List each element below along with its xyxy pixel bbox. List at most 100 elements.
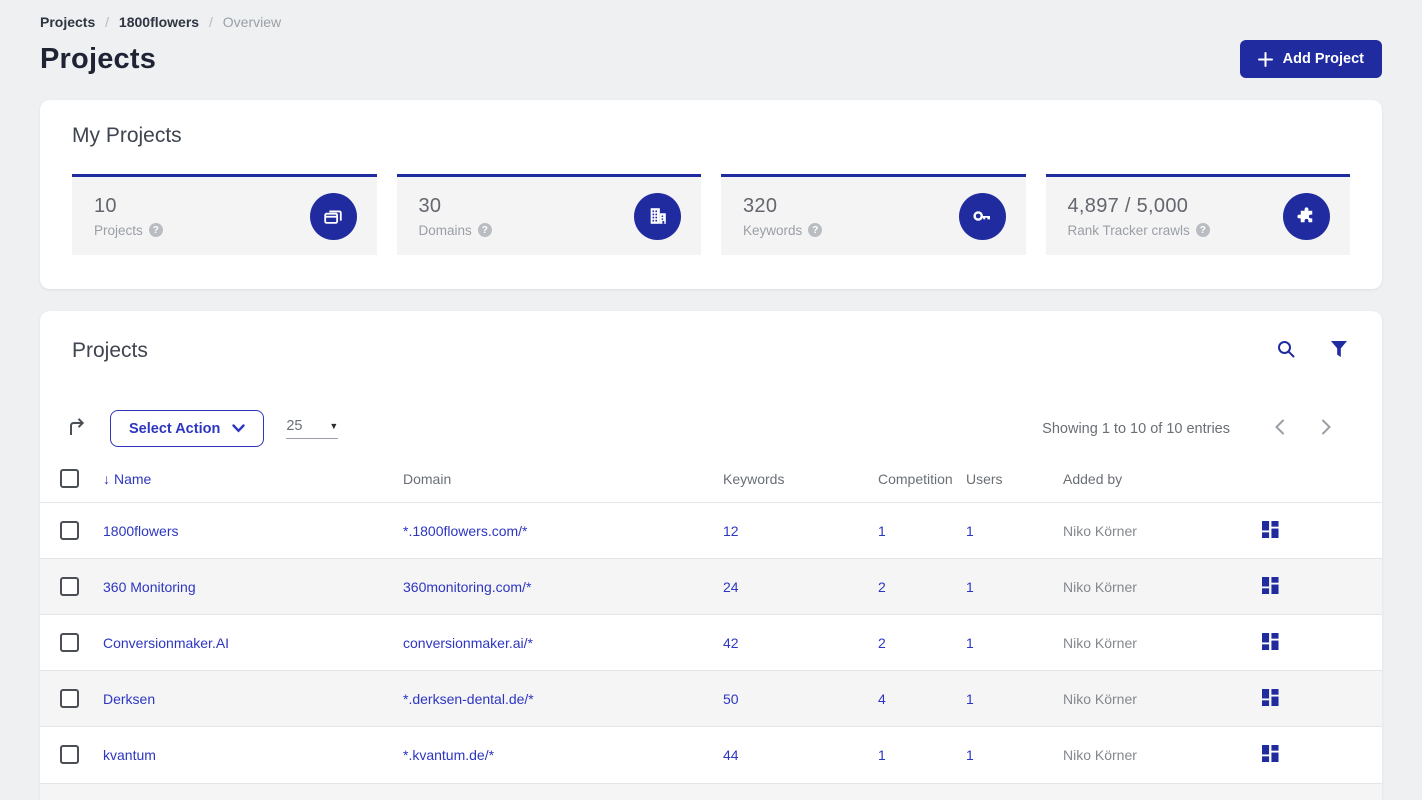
row-checkbox[interactable] bbox=[60, 633, 79, 652]
projects-stack-icon bbox=[309, 192, 357, 240]
users-count-link[interactable]: 1 bbox=[966, 747, 974, 763]
help-icon[interactable]: ? bbox=[148, 223, 163, 237]
breadcrumb: Projects / 1800flowers / Overview bbox=[40, 0, 1382, 30]
competition-count-link[interactable]: 2 bbox=[878, 579, 886, 595]
table-row: 1800flowers *.1800flowers.com/* 12 1 1 N… bbox=[40, 502, 1382, 559]
project-name-link[interactable]: 360 Monitoring bbox=[103, 579, 196, 595]
project-domain-link[interactable]: 360monitoring.com/* bbox=[403, 579, 531, 595]
table-header-row: ↓ Name Domain Keywords Competition Users … bbox=[40, 469, 1382, 503]
breadcrumb-overview: Overview bbox=[222, 14, 282, 30]
keywords-count-link[interactable]: 42 bbox=[723, 635, 739, 651]
stats-row: 10 Projects ? 30 Domains ? 320 Keywords … bbox=[72, 174, 1350, 255]
added-by-text: Niko Körner bbox=[1063, 578, 1137, 595]
select-action-dropdown[interactable]: Select Action bbox=[110, 410, 265, 447]
row-checkbox[interactable] bbox=[60, 745, 79, 765]
projects-table-card: Projects Select Action 25 ▼ Showing 1 to… bbox=[40, 311, 1382, 800]
keywords-count-link[interactable]: 24 bbox=[723, 579, 739, 595]
row-checkbox[interactable] bbox=[60, 689, 79, 708]
help-icon[interactable]: ? bbox=[1195, 223, 1210, 237]
dashboard-icon[interactable] bbox=[1262, 632, 1279, 650]
stat-card-projects[interactable]: 10 Projects ? bbox=[72, 174, 377, 255]
add-project-button[interactable]: Add Project bbox=[1239, 40, 1382, 78]
breadcrumb-separator: / bbox=[208, 14, 213, 30]
next-page-icon[interactable] bbox=[1303, 413, 1350, 444]
added-by-text: Niko Körner bbox=[1063, 634, 1137, 651]
row-checkbox[interactable] bbox=[60, 577, 79, 596]
select-action-label: Select Action bbox=[129, 420, 221, 437]
my-projects-title: My Projects bbox=[72, 124, 182, 147]
export-arrow-icon[interactable] bbox=[66, 416, 88, 441]
keywords-count-link[interactable]: 50 bbox=[723, 691, 739, 707]
column-header-competition[interactable]: Competition bbox=[878, 469, 966, 503]
competition-count-link[interactable]: 1 bbox=[878, 523, 886, 539]
building-icon bbox=[634, 192, 681, 240]
select-all-checkbox[interactable] bbox=[60, 469, 79, 488]
projects-table: ↓ Name Domain Keywords Competition Users … bbox=[40, 469, 1382, 783]
competition-count-link[interactable]: 1 bbox=[878, 747, 886, 763]
crawls-count: 4,897 / 5,000 bbox=[1067, 194, 1189, 217]
column-header-name[interactable]: ↓ Name bbox=[103, 469, 403, 503]
help-icon[interactable]: ? bbox=[477, 223, 492, 237]
puzzle-icon bbox=[1283, 192, 1330, 240]
page-title: Projects bbox=[40, 42, 157, 75]
prev-page-icon[interactable] bbox=[1256, 413, 1303, 444]
project-domain-link[interactable]: *.kvantum.de/* bbox=[403, 747, 494, 763]
sort-desc-icon: ↓ bbox=[103, 470, 110, 487]
project-name-link[interactable]: kvantum bbox=[103, 747, 156, 763]
crawls-label: Rank Tracker crawls bbox=[1067, 222, 1190, 238]
table-row: kvantum *.kvantum.de/* 44 1 1 Niko Körne… bbox=[40, 726, 1382, 783]
breadcrumb-projects[interactable]: Projects bbox=[40, 14, 95, 30]
stat-card-keywords[interactable]: 320 Keywords ? bbox=[721, 174, 1026, 255]
added-by-text: Niko Körner bbox=[1063, 690, 1137, 707]
keywords-count-link[interactable]: 44 bbox=[723, 747, 739, 763]
dashboard-icon[interactable] bbox=[1262, 744, 1279, 762]
projects-count: 10 bbox=[94, 194, 117, 217]
stat-card-crawls[interactable]: 4,897 / 5,000 Rank Tracker crawls ? bbox=[1045, 174, 1350, 255]
users-count-link[interactable]: 1 bbox=[966, 523, 974, 539]
project-domain-link[interactable]: conversionmaker.ai/* bbox=[403, 635, 533, 651]
column-header-users[interactable]: Users bbox=[966, 469, 1063, 503]
column-header-domain[interactable]: Domain bbox=[403, 469, 723, 503]
domains-count: 30 bbox=[418, 194, 442, 217]
project-name-link[interactable]: Derksen bbox=[103, 691, 155, 707]
competition-count-link[interactable]: 2 bbox=[878, 635, 886, 651]
users-count-link[interactable]: 1 bbox=[966, 635, 974, 651]
page-size-value: 25 bbox=[286, 418, 303, 434]
table-row: Derksen *.derksen-dental.de/* 50 4 1 Nik… bbox=[40, 670, 1382, 727]
chevron-down-icon bbox=[232, 421, 246, 437]
dashboard-icon[interactable] bbox=[1262, 520, 1279, 538]
page: Projects / 1800flowers / Overview Projec… bbox=[0, 0, 1422, 800]
my-projects-card: My Projects 10 Projects ? 30 Domains ? 3… bbox=[40, 100, 1382, 289]
table-row-partial bbox=[40, 782, 1382, 800]
users-count-link[interactable]: 1 bbox=[966, 691, 974, 707]
project-name-link[interactable]: 1800flowers bbox=[103, 523, 179, 539]
table-row: Conversionmaker.AI conversionmaker.ai/* … bbox=[40, 614, 1382, 671]
competition-count-link[interactable]: 4 bbox=[878, 691, 886, 707]
column-header-added-by[interactable]: Added by bbox=[1063, 469, 1262, 503]
added-by-text: Niko Körner bbox=[1063, 522, 1137, 539]
dashboard-icon[interactable] bbox=[1262, 688, 1279, 706]
add-project-label: Add Project bbox=[1282, 51, 1364, 67]
users-count-link[interactable]: 1 bbox=[966, 579, 974, 595]
page-size-select[interactable]: 25 ▼ bbox=[286, 418, 339, 439]
project-domain-link[interactable]: *.1800flowers.com/* bbox=[403, 523, 528, 539]
breadcrumb-1800flowers[interactable]: 1800flowers bbox=[119, 14, 199, 30]
projects-panel-title: Projects bbox=[72, 338, 148, 362]
keywords-label: Keywords bbox=[743, 222, 803, 238]
plus-icon bbox=[1257, 51, 1273, 67]
project-name-link[interactable]: Conversionmaker.AI bbox=[103, 635, 229, 651]
keywords-count-link[interactable]: 12 bbox=[723, 523, 739, 539]
help-icon[interactable]: ? bbox=[808, 223, 823, 237]
project-domain-link[interactable]: *.derksen-dental.de/* bbox=[403, 691, 534, 707]
table-row: 360 Monitoring 360monitoring.com/* 24 2 … bbox=[40, 558, 1382, 615]
domains-label: Domains bbox=[418, 222, 472, 238]
column-header-keywords[interactable]: Keywords bbox=[723, 469, 878, 503]
row-checkbox[interactable] bbox=[60, 521, 79, 540]
stat-card-domains[interactable]: 30 Domains ? bbox=[396, 174, 701, 255]
filter-icon[interactable] bbox=[1328, 338, 1350, 363]
added-by-text: Niko Körner bbox=[1063, 746, 1137, 763]
title-row: Projects Add Project bbox=[40, 40, 1382, 78]
search-icon[interactable] bbox=[1274, 337, 1298, 364]
dashboard-icon[interactable] bbox=[1262, 576, 1279, 594]
breadcrumb-separator: / bbox=[105, 14, 110, 30]
